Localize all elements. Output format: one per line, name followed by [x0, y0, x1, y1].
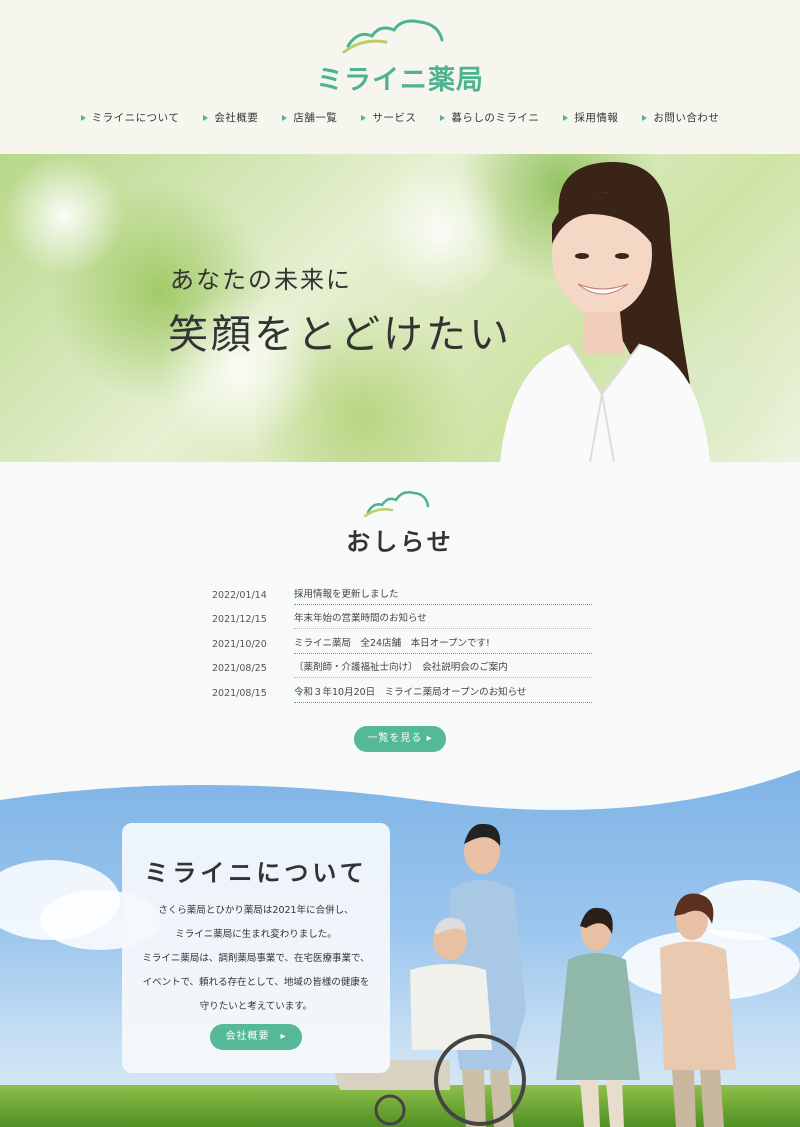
nav-label: ミライニについて	[91, 112, 180, 124]
nav-item-recruit[interactable]: 採用情報	[563, 110, 618, 125]
nav-item-stores[interactable]: 店舗一覧	[282, 110, 337, 125]
nav-item-service[interactable]: サービス	[361, 110, 416, 125]
nav-label: 採用情報	[574, 112, 619, 124]
news-text[interactable]: 採用情報を更新しました	[294, 586, 592, 605]
news-item[interactable]: 2021/12/15 年末年始の営業時間のお知らせ	[212, 605, 592, 629]
hero-tagline: あなたの未来に	[170, 266, 352, 294]
nav-label: サービス	[372, 112, 417, 124]
nav-label: 暮らしのミライニ	[451, 112, 540, 124]
triangle-right-icon	[80, 114, 86, 121]
triangle-right-icon	[563, 114, 569, 121]
triangle-right-icon	[361, 114, 367, 121]
about-title: ミライニについて	[144, 859, 368, 887]
news-date: 2021/08/15	[212, 687, 267, 699]
logo-cloud-icon	[342, 19, 444, 54]
logo-text: ミライニ薬局	[316, 65, 484, 96]
triangle-right-icon	[642, 114, 648, 121]
news-list: 2022/01/14 採用情報を更新しました 2021/12/15 年末年始の営業時…	[212, 580, 592, 703]
news-date: 2021/10/20	[212, 638, 267, 650]
about-line: ミライニ薬局に生まれ変わりました。	[175, 929, 337, 940]
pharmacist-photo	[500, 161, 710, 462]
nav-label: 会社概要	[214, 112, 259, 124]
news-text[interactable]: 令和３年10月20日 ミライニ薬局オープンのお知らせ	[294, 684, 592, 703]
news-item[interactable]: 2021/10/20 ミライニ薬局 全24店舗 本日オープンです!	[212, 629, 592, 654]
nav-label: 店舗一覧	[293, 112, 338, 124]
about-line: ミライニ薬局は、調剤薬局事業で、在宅医療事業で、	[142, 953, 370, 964]
news-section: おしらせ 2022/01/14 採用情報を更新しました 2021/12/15 年末年…	[0, 462, 800, 782]
about-section: ミライニについて さくら薬局とひかり薬局は2021年に合併し、 ミライニ薬局に生…	[0, 770, 800, 1127]
site-logo[interactable]: ミライニ薬局	[300, 16, 500, 96]
news-text[interactable]: ミライニ薬局 全24店舗 本日オープンです!	[294, 635, 592, 654]
nav-item-contact[interactable]: お問い合わせ	[642, 110, 719, 125]
news-item[interactable]: 2021/08/25 〔薬剤師・介護福祉士向け〕 会社説明会のご案内	[212, 654, 592, 678]
hero-banner: あなたの未来に 笑顔をとどけたい	[0, 154, 800, 462]
news-date: 2021/08/25	[212, 663, 267, 674]
hero-headline: 笑顔をとどけたい	[168, 312, 512, 358]
nav-label: お問い合わせ	[653, 112, 720, 124]
news-text[interactable]: 年末年始の営業時間のお知らせ	[294, 610, 592, 629]
about-line: イベントで、頼れる存在として、地域の皆様の健康を	[142, 977, 370, 988]
view-all-news-button[interactable]: 一覧を見る ▸	[354, 726, 446, 752]
site-header: ミライニ薬局 ミライニについて 会社概要 店舗一覧 サービス 暮らしのミライニ …	[0, 0, 800, 154]
news-text[interactable]: 〔薬剤師・介護福祉士向け〕 会社説明会のご案内	[294, 659, 592, 678]
news-date: 2022/01/14	[212, 589, 267, 601]
triangle-right-icon	[282, 114, 288, 121]
nav-item-company[interactable]: 会社概要	[203, 110, 258, 125]
nav-item-life[interactable]: 暮らしのミライニ	[440, 110, 539, 125]
news-date: 2021/12/15	[212, 614, 267, 625]
nav-item-about[interactable]: ミライニについて	[80, 110, 180, 125]
triangle-right-icon	[440, 114, 446, 121]
triangle-right-icon	[203, 114, 209, 121]
news-title: おしらせ	[346, 528, 454, 556]
company-overview-button[interactable]: 会社概要 ▸	[210, 1024, 302, 1050]
news-item[interactable]: 2021/08/15 令和３年10月20日 ミライニ薬局オープンのお知らせ	[212, 678, 592, 703]
main-nav: ミライニについて 会社概要 店舗一覧 サービス 暮らしのミライニ 採用情報 お問…	[0, 110, 800, 125]
cloud-icon	[363, 491, 430, 518]
news-item[interactable]: 2022/01/14 採用情報を更新しました	[212, 580, 592, 605]
about-card: ミライニについて さくら薬局とひかり薬局は2021年に合併し、 ミライニ薬局に生…	[122, 823, 390, 1073]
about-body: さくら薬局とひかり薬局は2021年に合併し、 ミライニ薬局に生まれ変わりました。…	[122, 899, 390, 1019]
about-line: 守りたいと考えています。	[199, 1001, 313, 1012]
about-line: さくら薬局とひかり薬局は2021年に合併し、	[158, 905, 354, 916]
